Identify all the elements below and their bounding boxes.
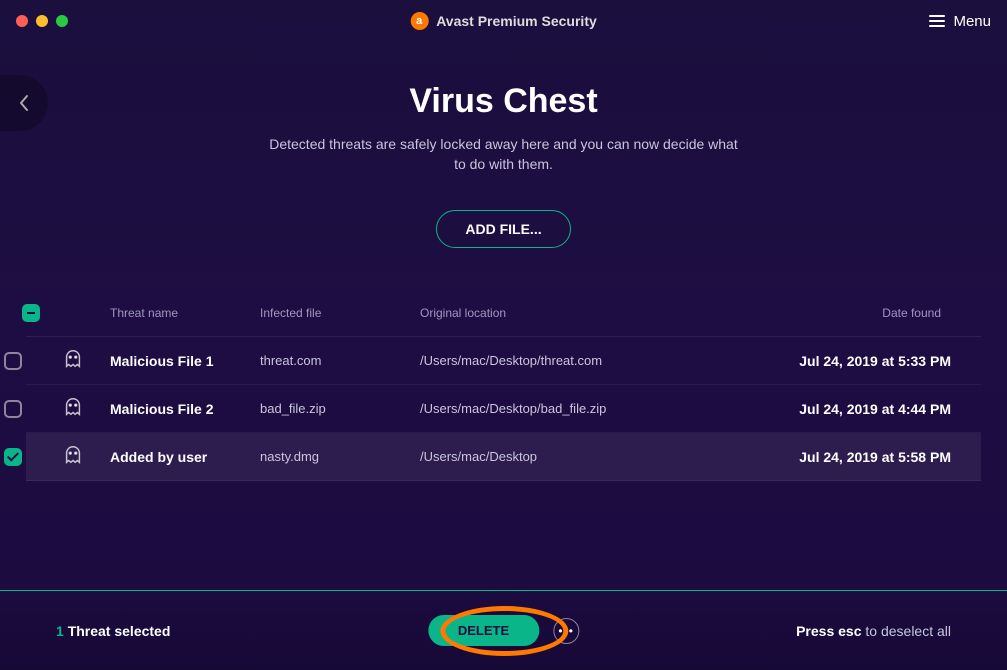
main-content: Virus Chest Detected threats are safely …: [0, 42, 1007, 481]
deselect-hint: Press esc to deselect all: [796, 623, 951, 639]
page-heading: Virus Chest: [0, 82, 1007, 121]
selection-summary: 1 Threat selected: [56, 623, 170, 639]
original-location: /Users/mac/Desktop/threat.com: [420, 353, 720, 368]
threats-table: Threat name Infected file Original locat…: [26, 296, 981, 481]
threat-name: Added by user: [110, 449, 260, 465]
threat-name: Malicious File 1: [110, 353, 260, 369]
row-checkbox[interactable]: [4, 400, 22, 418]
chevron-left-icon: [19, 94, 29, 112]
col-date-found: Date found: [720, 306, 981, 320]
table-header: Threat name Infected file Original locat…: [26, 296, 981, 337]
delete-button[interactable]: DELETE: [428, 615, 539, 646]
avast-logo-icon: a: [410, 12, 428, 30]
date-found: Jul 24, 2019 at 5:58 PM: [720, 449, 981, 465]
menu-button[interactable]: Menu: [929, 13, 991, 30]
infected-file: nasty.dmg: [260, 449, 420, 464]
fullscreen-window-button[interactable]: [56, 15, 68, 27]
select-all-checkbox[interactable]: [22, 304, 40, 322]
ghost-icon: [62, 348, 84, 373]
ghost-icon: [62, 396, 84, 421]
window-controls: [16, 15, 68, 27]
col-threat-name: Threat name: [110, 306, 260, 320]
more-actions-button[interactable]: •••: [553, 618, 579, 644]
footer-actions: DELETE •••: [428, 615, 579, 646]
hamburger-icon: [929, 15, 945, 27]
selected-label: Threat selected: [68, 623, 171, 639]
footer-bar: 1 Threat selected DELETE ••• Press esc t…: [0, 590, 1007, 670]
page-subtitle: Detected threats are safely locked away …: [264, 135, 744, 174]
menu-label: Menu: [953, 13, 991, 30]
col-infected-file: Infected file: [260, 306, 420, 320]
date-found: Jul 24, 2019 at 4:44 PM: [720, 401, 981, 417]
infected-file: bad_file.zip: [260, 401, 420, 416]
app-title: a Avast Premium Security: [410, 12, 597, 30]
deselect-suffix: to deselect all: [862, 623, 952, 639]
table-row[interactable]: Malicious File 1 threat.com /Users/mac/D…: [26, 337, 981, 385]
infected-file: threat.com: [260, 353, 420, 368]
minimize-window-button[interactable]: [36, 15, 48, 27]
date-found: Jul 24, 2019 at 5:33 PM: [720, 353, 981, 369]
threat-name: Malicious File 2: [110, 401, 260, 417]
add-file-button[interactable]: ADD FILE...: [436, 210, 570, 248]
esc-key-label: Press esc: [796, 623, 861, 639]
original-location: /Users/mac/Desktop: [420, 449, 720, 464]
ghost-icon: [62, 444, 84, 469]
app-title-text: Avast Premium Security: [436, 13, 597, 29]
original-location: /Users/mac/Desktop/bad_file.zip: [420, 401, 720, 416]
close-window-button[interactable]: [16, 15, 28, 27]
row-checkbox[interactable]: [4, 448, 22, 466]
table-row[interactable]: Malicious File 2 bad_file.zip /Users/mac…: [26, 385, 981, 433]
col-original-location: Original location: [420, 306, 720, 320]
row-checkbox[interactable]: [4, 352, 22, 370]
table-row[interactable]: Added by user nasty.dmg /Users/mac/Deskt…: [26, 433, 981, 481]
selected-count: 1: [56, 623, 64, 639]
titlebar: a Avast Premium Security Menu: [0, 0, 1007, 42]
